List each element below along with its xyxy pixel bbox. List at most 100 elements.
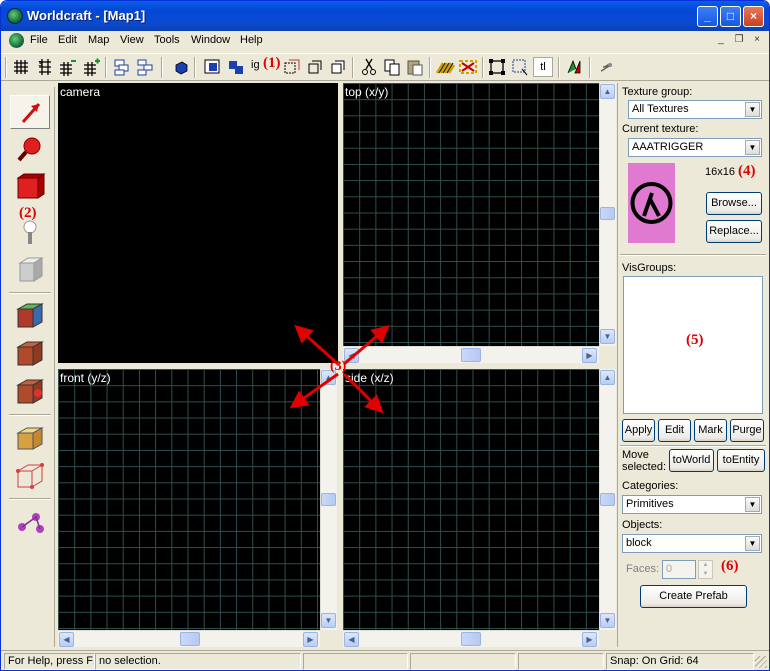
copy-icon[interactable] [382, 57, 402, 77]
select-icon[interactable] [487, 57, 507, 77]
chevron-down-icon[interactable]: ▼ [745, 536, 760, 551]
scroll-right-arrow-icon[interactable]: ▶ [303, 632, 318, 647]
texture-group-label: Texture group: [622, 86, 693, 98]
group-icon[interactable] [112, 57, 132, 77]
scroll-right-arrow-icon[interactable]: ▶ [582, 348, 597, 363]
paste-icon[interactable] [405, 57, 425, 77]
document-menu-icon[interactable] [9, 33, 24, 48]
annotation-3-label: (3) [330, 359, 347, 374]
grid-larger-icon[interactable] [81, 57, 101, 77]
chevron-down-icon[interactable]: ▼ [745, 497, 760, 512]
path-tool-icon[interactable] [10, 505, 50, 539]
current-texture-select[interactable]: AAATRIGGER ▼ [628, 138, 762, 157]
mdi-restore-icon[interactable]: ❐ [732, 34, 746, 47]
side-viewport-vscroll[interactable]: ▲ ▼ [599, 369, 616, 630]
carve-icon[interactable] [203, 57, 223, 77]
run-map-icon[interactable] [564, 57, 584, 77]
hide-objects-icon[interactable] [171, 57, 191, 77]
selection-tool-icon[interactable] [10, 95, 50, 129]
menu-window[interactable]: Window [191, 34, 230, 46]
grid-toggle-icon[interactable] [11, 57, 31, 77]
scroll-up-arrow-icon[interactable]: ▲ [600, 370, 615, 385]
scroll-thumb[interactable] [600, 493, 615, 506]
objects-select[interactable]: block ▼ [622, 534, 762, 553]
scroll-down-arrow-icon[interactable]: ▼ [600, 329, 615, 344]
scroll-thumb[interactable] [461, 348, 481, 362]
scroll-down-arrow-icon[interactable]: ▼ [600, 613, 615, 628]
scroll-thumb[interactable] [321, 493, 336, 506]
hollow-icon[interactable] [226, 57, 246, 77]
apply-button[interactable]: Apply [622, 419, 655, 442]
tl-toggle[interactable]: tl [533, 57, 553, 77]
entity-report-icon[interactable] [596, 57, 616, 77]
ungroup-icon[interactable] [135, 57, 155, 77]
camera-tool-icon[interactable] [10, 171, 50, 205]
categories-select[interactable]: Primitives ▼ [622, 495, 762, 514]
minimize-button[interactable]: _ [697, 6, 718, 27]
create-prefab-button[interactable]: Create Prefab [640, 585, 747, 608]
current-texture-value: AAATRIGGER [632, 141, 704, 153]
faces-label: Faces: [626, 563, 660, 575]
box-select-icon[interactable] [328, 57, 348, 77]
vertex-tool-icon[interactable] [10, 459, 50, 493]
edit-button[interactable]: Edit [658, 419, 691, 442]
to-world-button[interactable]: toWorld [669, 449, 714, 472]
purge-button[interactable]: Purge [730, 419, 764, 442]
grid-3d-icon[interactable]: 3 [35, 57, 55, 77]
replace-button[interactable]: Replace... [706, 220, 762, 243]
mdi-minimize-icon[interactable]: _ [714, 34, 728, 47]
status-pane-5 [518, 653, 604, 670]
chevron-down-icon[interactable]: ▼ [745, 102, 760, 117]
scroll-thumb[interactable] [600, 207, 615, 220]
apply-current-texture-icon[interactable] [10, 337, 50, 371]
top-viewport[interactable]: top (x/y) [343, 83, 599, 346]
decal-tool-icon[interactable] [10, 375, 50, 409]
cut-icon[interactable] [359, 57, 379, 77]
mark-button[interactable]: Mark [694, 419, 727, 442]
texture-lock-icon[interactable] [458, 57, 478, 77]
scroll-down-arrow-icon[interactable]: ▼ [321, 613, 336, 628]
side-viewport-hscroll[interactable]: ◀ ▶ [343, 630, 599, 647]
resize-grip-icon[interactable] [755, 656, 767, 668]
scroll-right-arrow-icon[interactable]: ▶ [582, 632, 597, 647]
entity-tool-icon[interactable] [10, 215, 50, 249]
close-button[interactable]: × [743, 6, 764, 27]
scroll-up-arrow-icon[interactable]: ▲ [600, 84, 615, 99]
worldcraft-app-icon[interactable] [7, 8, 23, 24]
apply-texture-icon[interactable] [10, 299, 50, 333]
magnify-tool-icon[interactable] [10, 133, 50, 167]
title-bar[interactable]: Worldcraft - [Map1] _ □ × [1, 1, 769, 31]
hide-items-icon[interactable] [282, 57, 302, 77]
mdi-close-icon[interactable]: × [750, 34, 764, 47]
scroll-left-arrow-icon[interactable]: ◀ [344, 632, 359, 647]
show-all-icon[interactable] [305, 57, 325, 77]
right-panel: Texture group: All Textures ▼ Current te… [617, 83, 769, 647]
menu-help[interactable]: Help [240, 34, 263, 46]
cordon-icon[interactable] [435, 57, 456, 77]
faces-value: 0 [666, 563, 673, 575]
categories-value: Primitives [626, 498, 674, 510]
block-tool-icon[interactable] [10, 253, 50, 287]
scroll-left-arrow-icon[interactable]: ◀ [59, 632, 74, 647]
categories-label: Categories: [622, 480, 679, 492]
menu-edit[interactable]: Edit [58, 34, 77, 46]
top-viewport-vscroll[interactable]: ▲ ▼ [599, 83, 616, 346]
front-viewport-hscroll[interactable]: ◀ ▶ [58, 630, 320, 647]
browse-button[interactable]: Browse... [706, 192, 762, 215]
grid-smaller-icon[interactable] [57, 57, 77, 77]
to-entity-button[interactable]: toEntity [717, 449, 765, 472]
front-viewport-label: front (y/z) [60, 371, 111, 385]
menu-file[interactable]: File [30, 34, 48, 46]
menu-tools[interactable]: Tools [154, 34, 180, 46]
chevron-down-icon[interactable]: ▼ [745, 140, 760, 155]
menu-view[interactable]: View [120, 34, 144, 46]
status-bar: For Help, press F1 no selection. Snap: O… [1, 650, 769, 670]
select-toggle-icon[interactable] [510, 57, 530, 77]
scroll-thumb[interactable] [180, 632, 200, 646]
maximize-button[interactable]: □ [720, 6, 741, 27]
clip-tool-icon[interactable] [10, 421, 50, 455]
scroll-thumb[interactable] [461, 632, 481, 646]
texture-group-select[interactable]: All Textures ▼ [628, 100, 762, 119]
app-window: Worldcraft - [Map1] _ □ × File Edit Map … [0, 0, 770, 671]
menu-map[interactable]: Map [88, 34, 109, 46]
